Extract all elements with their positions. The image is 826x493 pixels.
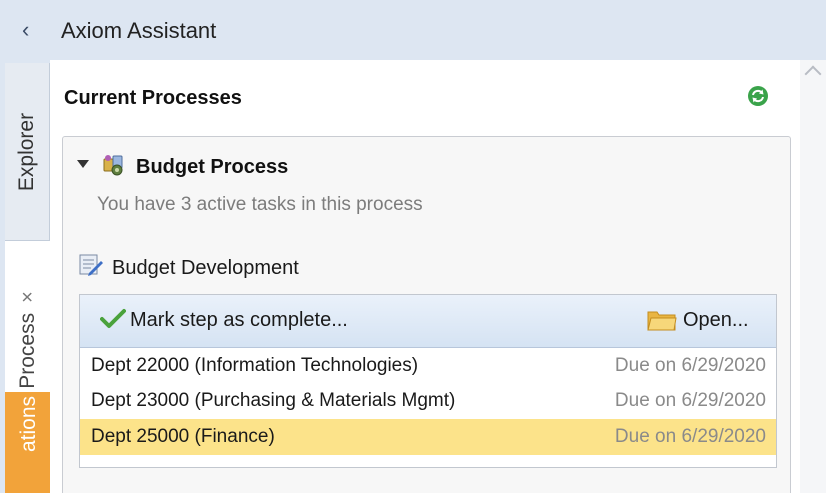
task-row[interactable]: Dept 22000 (Information Technologies) Du… bbox=[80, 348, 776, 384]
process-name[interactable]: Budget Process bbox=[136, 156, 288, 179]
checkmark-icon bbox=[100, 309, 126, 328]
mark-step-complete-label: Mark step as complete... bbox=[130, 308, 348, 331]
chevron-left-icon[interactable]: ‹ bbox=[22, 19, 40, 41]
edit-document-icon bbox=[79, 254, 103, 276]
task-toolbar: Mark step as complete... Open... bbox=[80, 295, 776, 348]
task-due-date: Due on 6/29/2020 bbox=[614, 426, 766, 447]
refresh-icon[interactable] bbox=[747, 85, 769, 107]
step-name: Budget Development bbox=[112, 257, 299, 279]
process-card: Budget Process You have 3 active tasks i… bbox=[62, 136, 791, 493]
tab-explorer-label: Explorer bbox=[15, 112, 39, 192]
tab-process-label: Process bbox=[15, 312, 39, 389]
task-list: Mark step as complete... Open... Dept 22… bbox=[79, 294, 777, 468]
collapse-triangle-icon[interactable] bbox=[77, 160, 89, 168]
task-due-date: Due on 6/29/2020 bbox=[614, 390, 766, 411]
tab-explorer[interactable]: Explorer bbox=[5, 63, 50, 241]
process-icon bbox=[103, 155, 123, 176]
tab-notifications-label: ations bbox=[17, 395, 41, 453]
window-title: Axiom Assistant bbox=[61, 18, 217, 43]
side-tab-strip: Explorer Process × ations bbox=[0, 60, 50, 493]
task-row[interactable]: Dept 23000 (Purchasing & Materials Mgmt)… bbox=[80, 383, 776, 419]
mark-step-complete-button[interactable]: Mark step as complete... bbox=[96, 301, 356, 339]
task-name: Dept 22000 (Information Technologies) bbox=[91, 355, 419, 376]
vertical-scrollbar[interactable] bbox=[800, 60, 826, 493]
close-icon[interactable]: × bbox=[17, 291, 40, 303]
process-panel: Current Processes Budget Process You hav… bbox=[50, 60, 800, 493]
title-bar: ‹ Axiom Assistant bbox=[0, 0, 826, 60]
task-name: Dept 23000 (Purchasing & Materials Mgmt) bbox=[91, 390, 456, 411]
scroll-up-arrow-icon[interactable] bbox=[804, 65, 822, 83]
open-label: Open... bbox=[683, 308, 749, 331]
process-subtitle: You have 3 active tasks in this process bbox=[97, 194, 423, 215]
task-name: Dept 25000 (Finance) bbox=[91, 426, 275, 447]
folder-icon bbox=[647, 311, 677, 331]
tab-notifications[interactable]: ations bbox=[5, 392, 50, 493]
tab-process-label-wrap: Process × bbox=[16, 291, 40, 389]
task-due-date: Due on 6/29/2020 bbox=[614, 355, 766, 376]
task-row-selected[interactable]: Dept 25000 (Finance) Due on 6/29/2020 bbox=[80, 419, 776, 455]
open-button[interactable]: Open... bbox=[647, 301, 767, 339]
section-title: Current Processes bbox=[64, 87, 242, 109]
